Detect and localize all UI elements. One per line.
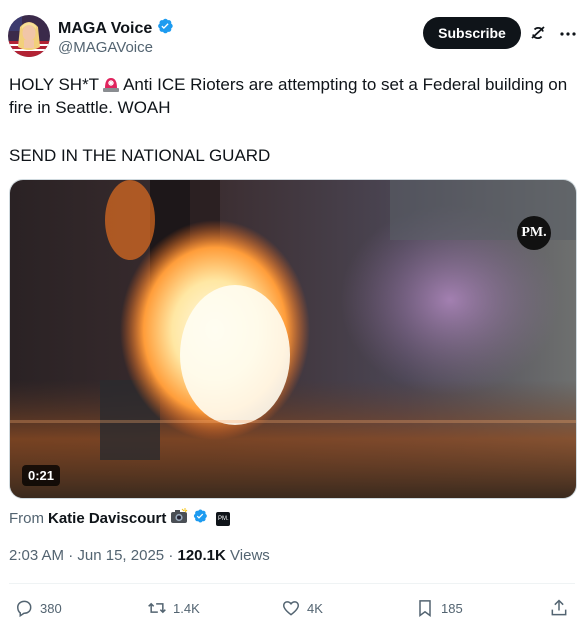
tweet-meta: 2:03 AM · Jun 15, 2025 · 120.1K Views xyxy=(9,546,270,566)
meta-separator: · xyxy=(168,547,174,564)
video-duration: 0:21 xyxy=(22,465,61,486)
author-handle[interactable]: @MAGAVoice xyxy=(58,39,153,57)
source-prefix: From xyxy=(9,510,44,527)
like-count: 4K xyxy=(307,600,323,616)
heart-icon xyxy=(282,601,300,616)
share-icon xyxy=(551,599,567,616)
reply-button[interactable]: 380 xyxy=(14,596,62,620)
source-name[interactable]: Katie Daviscourt xyxy=(48,509,166,529)
like-button[interactable]: 4K xyxy=(281,596,323,620)
verified-badge-icon xyxy=(192,508,208,530)
tweet-time[interactable]: 2:03 AM xyxy=(9,547,64,564)
divider xyxy=(9,583,575,584)
tweet-text: HOLY SH*T Anti ICE Rioters are attempting… xyxy=(9,73,579,167)
views-count: 120.1K xyxy=(177,547,226,564)
publisher-watermark: PM. xyxy=(517,216,551,250)
grok-icon[interactable] xyxy=(528,23,548,43)
video-player[interactable] xyxy=(9,179,577,499)
media-source: From Katie Daviscourt PM. xyxy=(9,508,231,530)
bookmark-count: 185 xyxy=(441,600,463,616)
more-icon[interactable] xyxy=(558,24,578,44)
tweet-text-line-2: SEND IN THE NATIONAL GUARD xyxy=(9,146,271,165)
affiliate-badge: PM. xyxy=(216,512,231,526)
reply-count: 380 xyxy=(40,600,62,616)
avatar[interactable] xyxy=(8,15,50,57)
share-button[interactable] xyxy=(549,596,569,620)
bookmark-icon xyxy=(419,600,431,617)
author-name[interactable]: MAGA Voice xyxy=(58,17,174,41)
camera-emoji-icon xyxy=(170,508,188,530)
tweet-date[interactable]: Jun 15, 2025 xyxy=(77,547,164,564)
views-label: Views xyxy=(230,547,270,564)
reply-icon xyxy=(16,600,32,618)
subscribe-button[interactable]: Subscribe xyxy=(423,17,521,49)
bookmark-button[interactable]: 185 xyxy=(415,596,463,620)
repost-icon xyxy=(148,602,166,614)
siren-emoji-icon xyxy=(102,75,120,92)
meta-separator: · xyxy=(68,547,74,564)
repost-button[interactable]: 1.4K xyxy=(147,596,200,620)
author-name-text[interactable]: MAGA Voice xyxy=(58,19,152,39)
tweet-text-start: HOLY SH*T xyxy=(9,75,100,94)
repost-count: 1.4K xyxy=(173,600,200,616)
verified-badge-icon xyxy=(156,17,174,41)
tweet-text-line-1: HOLY SH*T Anti ICE Rioters are attempting… xyxy=(9,73,579,119)
